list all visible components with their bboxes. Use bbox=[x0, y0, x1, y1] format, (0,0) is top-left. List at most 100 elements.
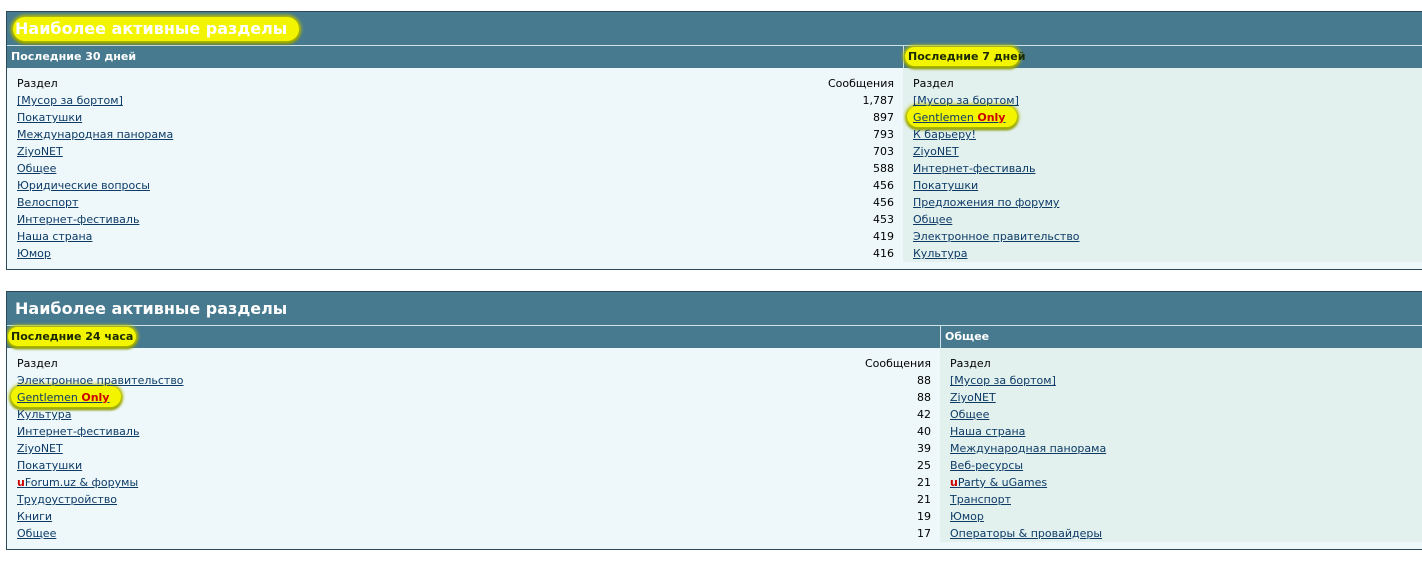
brand-prefix: u bbox=[17, 476, 25, 489]
list-item: ZiyoNET 703 bbox=[7, 143, 903, 160]
section-link[interactable]: Велоспорт bbox=[17, 196, 78, 209]
list-item: Операторы & провайдеры bbox=[940, 525, 1422, 542]
section-link[interactable]: Юридические вопросы bbox=[17, 179, 150, 192]
section-link[interactable]: Международная панорама bbox=[17, 128, 173, 141]
section-name: ZiyoNET bbox=[913, 145, 959, 158]
section-link[interactable]: Культура bbox=[913, 247, 967, 260]
section-link[interactable]: Покатушки bbox=[17, 459, 82, 472]
section-link[interactable]: Наша страна bbox=[17, 230, 92, 243]
message-count: 793 bbox=[873, 128, 894, 141]
list-item: Gentlemen Only bbox=[903, 106, 1422, 127]
section-link[interactable]: Наша страна bbox=[950, 425, 1025, 438]
section-link[interactable]: Gentlemen Only bbox=[17, 391, 109, 404]
list-item: ZiyoNET bbox=[903, 143, 1422, 160]
section-name: Интернет-фестиваль bbox=[17, 213, 140, 226]
list-item: ZiyoNET 39 bbox=[7, 440, 940, 457]
section-link[interactable]: ZiyoNET bbox=[913, 145, 959, 158]
list-item: Международная панорама 793 bbox=[7, 126, 903, 143]
section-link[interactable]: Юмор bbox=[17, 247, 51, 260]
section-link[interactable]: Веб-ресурсы bbox=[950, 459, 1023, 472]
message-count: 588 bbox=[873, 162, 894, 175]
section-link[interactable]: Общее bbox=[17, 527, 56, 540]
section-name: Покатушки bbox=[913, 179, 979, 192]
section-link[interactable]: Общее bbox=[950, 408, 989, 421]
list-item: Покатушки 897 bbox=[7, 109, 903, 126]
list-item: ZiyoNET bbox=[940, 389, 1422, 406]
section-link[interactable]: Книги bbox=[17, 510, 52, 523]
list-item: Веб-ресурсы bbox=[940, 457, 1422, 474]
section-link[interactable]: Интернет-фестиваль bbox=[17, 213, 139, 226]
active-sections-panel-1: Наиболее активные разделы Последние 30 д… bbox=[6, 11, 1422, 270]
list-item: Юридические вопросы 456 bbox=[7, 177, 903, 194]
section-link[interactable]: Международная панорама bbox=[950, 442, 1106, 455]
section-link[interactable]: [Мусор за бортом] bbox=[950, 374, 1056, 387]
section-link[interactable]: Предложения по форуму bbox=[913, 196, 1059, 209]
section-name: Юмор bbox=[950, 510, 984, 523]
list-item: Интернет-фестиваль 453 bbox=[7, 211, 903, 228]
column-header: Общее bbox=[940, 326, 1422, 348]
section-link[interactable]: [Мусор за бортом] bbox=[913, 94, 1019, 107]
section-link[interactable]: Электронное правительство bbox=[913, 230, 1080, 243]
list-item: uParty & uGames bbox=[940, 474, 1422, 491]
list-item: Электронное правительство bbox=[903, 228, 1422, 245]
list-item: [Мусор за бортом] bbox=[940, 372, 1422, 389]
message-count: 19 bbox=[917, 510, 931, 523]
message-count: 21 bbox=[917, 493, 931, 506]
section-name: Общее bbox=[17, 162, 57, 175]
message-count: 88 bbox=[917, 374, 931, 387]
column-last-24-hours: Последние 24 часа Раздел Сообщения Элект… bbox=[7, 326, 940, 542]
section-name: Транспорт bbox=[950, 493, 1011, 506]
list-item: Наша страна 419 bbox=[7, 228, 903, 245]
section-link[interactable]: Юмор bbox=[950, 510, 984, 523]
section-list: Раздел Сообщения [Мусор за бортом] 1,787 П… bbox=[7, 68, 903, 262]
section-link[interactable]: [Мусор за бортом] bbox=[17, 94, 123, 107]
section-link[interactable]: Gentlemen Only bbox=[913, 111, 1005, 124]
section-list: Раздел [Мусор за бортом] ZiyoNET Общее Наша… bbox=[940, 348, 1422, 542]
section-name: Предложения по форуму bbox=[913, 196, 1060, 209]
section-link[interactable]: Покатушки bbox=[17, 111, 82, 124]
section-link[interactable]: Общее bbox=[17, 162, 56, 175]
section-link[interactable]: Электронное правительство bbox=[17, 374, 184, 387]
section-name: Книги bbox=[17, 510, 53, 523]
section-link[interactable]: Операторы & провайдеры bbox=[950, 527, 1102, 540]
section-link[interactable]: Культура bbox=[17, 408, 71, 421]
section-name-suffix: Only bbox=[81, 391, 110, 404]
panel-title: Наиболее активные разделы bbox=[7, 292, 1422, 326]
list-item: Общее 17 bbox=[7, 525, 940, 542]
col-messages-label: Сообщения bbox=[827, 77, 894, 90]
list-item: Книги 19 bbox=[7, 508, 940, 525]
section-link[interactable]: Транспорт bbox=[950, 493, 1011, 506]
section-name: Культура bbox=[913, 247, 968, 260]
section-link[interactable]: Общее bbox=[913, 213, 952, 226]
section-name: Интернет-фестиваль bbox=[913, 162, 1036, 175]
section-name-suffix: Only bbox=[977, 111, 1006, 124]
list-item: Транспорт bbox=[940, 491, 1422, 508]
list-item: Культура 42 bbox=[7, 406, 940, 423]
message-count: 1,787 bbox=[862, 94, 895, 107]
section-link[interactable]: Интернет-фестиваль bbox=[913, 162, 1035, 175]
list-item: Велоспорт 456 bbox=[7, 194, 903, 211]
section-name: К барьеру! bbox=[913, 128, 976, 141]
brand-prefix: u bbox=[950, 476, 958, 489]
section-link[interactable]: К барьеру! bbox=[913, 128, 976, 141]
section-link[interactable]: ZiyoNET bbox=[950, 391, 996, 404]
section-list: Раздел Сообщения Электронное правительст… bbox=[7, 348, 940, 542]
section-name: Общее bbox=[17, 527, 57, 540]
section-link[interactable]: uForum.uz & форумы bbox=[17, 476, 138, 489]
list-item: Трудоустройство 21 bbox=[7, 491, 940, 508]
message-count: 42 bbox=[917, 408, 931, 421]
message-count: 456 bbox=[873, 196, 894, 209]
message-count: 17 bbox=[917, 527, 931, 540]
section-link[interactable]: uParty & uGames bbox=[950, 476, 1047, 489]
table-header-row: Раздел Сообщения bbox=[7, 355, 940, 372]
section-name: Интернет-фестиваль bbox=[17, 425, 140, 438]
section-name: Трудоустройство bbox=[17, 493, 118, 506]
section-link[interactable]: Интернет-фестиваль bbox=[17, 425, 139, 438]
section-link[interactable]: Трудоустройство bbox=[17, 493, 117, 506]
section-link[interactable]: ZiyoNET bbox=[17, 145, 63, 158]
section-name: Party & uGames bbox=[957, 476, 1048, 489]
section-link[interactable]: ZiyoNET bbox=[17, 442, 63, 455]
section-link[interactable]: Покатушки bbox=[913, 179, 978, 192]
message-count: 88 bbox=[917, 391, 931, 404]
column-general: Общее Раздел [Мусор за бортом] ZiyoNET Общ… bbox=[940, 326, 1422, 542]
